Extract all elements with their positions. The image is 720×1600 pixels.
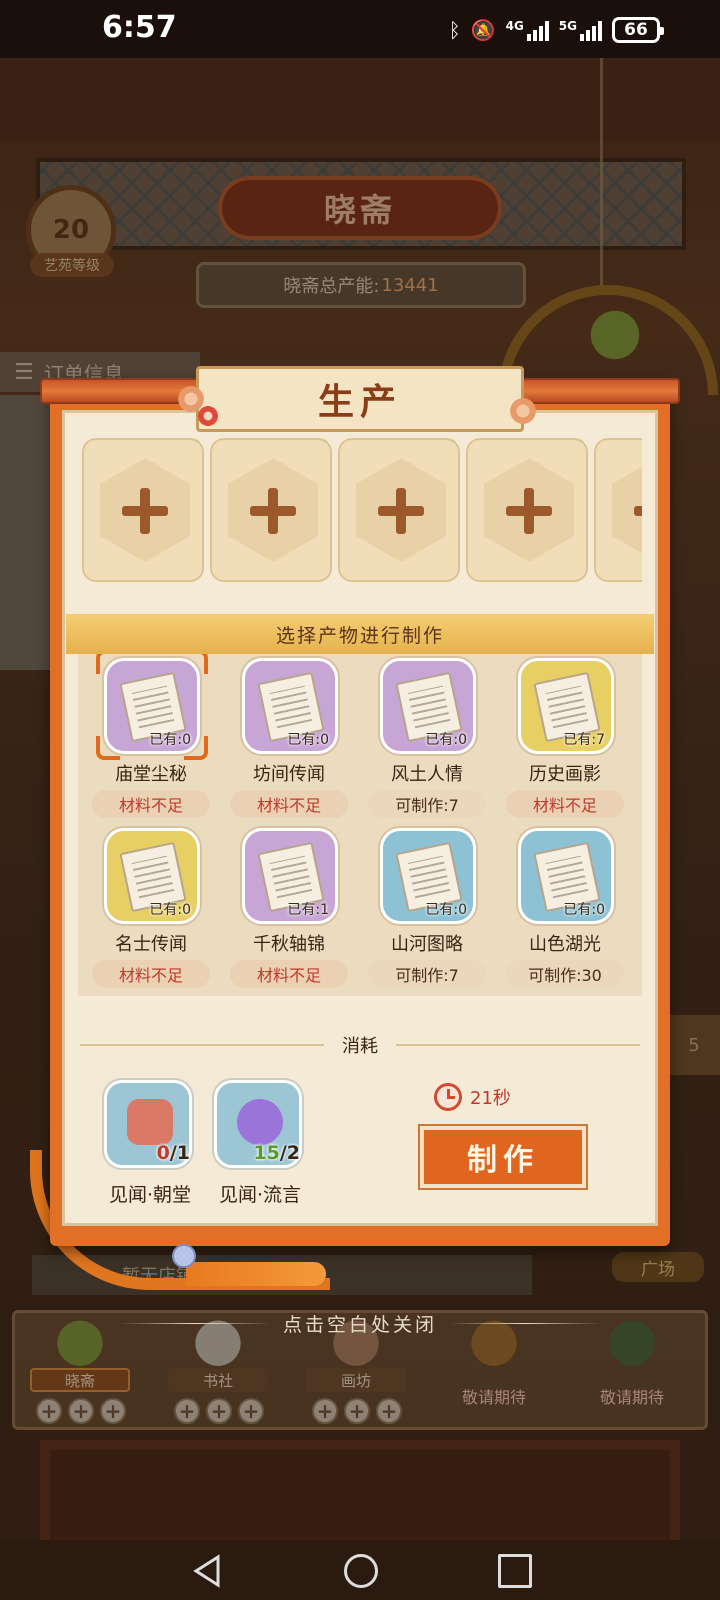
select-product-banner: 选择产物进行制作: [66, 614, 654, 654]
production-slots: [82, 438, 642, 582]
material-item[interactable]: 15/2 见闻·流言: [210, 1080, 310, 1220]
plus-icon: [378, 488, 424, 534]
product-icon: 已有:1: [242, 828, 338, 924]
divider: [80, 1044, 324, 1046]
production-slot[interactable]: [466, 438, 588, 582]
product-owned: 已有:0: [563, 902, 605, 918]
signal-4g-icon: 4G: [506, 19, 549, 41]
material-have: 0: [156, 1142, 170, 1164]
navigation-bar: [0, 1540, 720, 1600]
product-item[interactable]: 已有:0 庙堂尘秘 材料不足: [86, 654, 216, 820]
product-status: 可制作:30: [506, 960, 624, 988]
divider: [396, 1044, 640, 1046]
product-status: 材料不足: [230, 960, 348, 988]
product-owned: 已有:0: [425, 732, 467, 748]
home-icon[interactable]: [344, 1554, 378, 1588]
close-hint[interactable]: 点击空白处关闭: [120, 1308, 601, 1338]
product-name: 历史画影: [529, 764, 601, 785]
material-need: /1: [169, 1142, 190, 1164]
product-status: 材料不足: [506, 790, 624, 818]
product-name: 山河图略: [391, 934, 463, 955]
production-slot[interactable]: [338, 438, 460, 582]
ribbon-knot: [172, 1244, 196, 1268]
material-count: 15/2: [253, 1142, 300, 1164]
product-owned: 已有:0: [287, 732, 329, 748]
product-status: 可制作:7: [368, 960, 486, 988]
product-name: 名士传闻: [115, 934, 187, 955]
selection-corner: [96, 736, 120, 760]
material-need: /2: [279, 1142, 300, 1164]
selection-corner: [184, 654, 208, 674]
product-status: 材料不足: [92, 960, 210, 988]
product-owned: 已有:0: [425, 902, 467, 918]
recents-icon[interactable]: [498, 1554, 532, 1588]
scholar-hat-icon: [127, 1099, 173, 1145]
product-item[interactable]: 已有:7 历史画影材料不足: [500, 654, 630, 820]
selection-corner: [184, 736, 208, 760]
product-owned: 已有:1: [287, 902, 329, 918]
product-status: 材料不足: [230, 790, 348, 818]
material-name: 见闻·朝堂: [108, 1184, 192, 1206]
product-icon: 已有:7: [518, 658, 614, 754]
selection-corner: [96, 654, 120, 674]
status-icons: ᛒ 🔕 4G 5G 66: [448, 14, 664, 46]
back-icon[interactable]: [190, 1554, 224, 1588]
material-have: 15: [253, 1142, 280, 1164]
plus-icon: [634, 488, 642, 534]
product-status: 可制作:7: [368, 790, 486, 818]
product-icon: 已有:0: [380, 658, 476, 754]
timer-value: 21秒: [470, 1088, 511, 1109]
mute-bell-icon: 🔕: [470, 18, 496, 42]
plus-icon: [506, 488, 552, 534]
product-item[interactable]: 已有:0 山色湖光可制作:30: [500, 820, 630, 990]
make-button[interactable]: 制作: [418, 1124, 588, 1190]
product-name: 风土人情: [391, 764, 463, 785]
divider: [449, 1322, 601, 1324]
tassel-decoration: [186, 1262, 326, 1286]
signal-5g-icon: 5G: [559, 19, 602, 41]
product-icon: 已有:0: [380, 828, 476, 924]
status-time: 6:57: [102, 10, 177, 45]
product-name: 坊间传闻: [253, 764, 325, 785]
production-timer: 21秒: [434, 1082, 511, 1112]
product-owned: 已有:0: [149, 902, 191, 918]
signal-5g-label: 5G: [558, 19, 577, 33]
consume-section-title: 消耗: [80, 1030, 640, 1060]
product-icon: 已有:0: [104, 828, 200, 924]
bluetooth-icon: ᛒ: [448, 18, 461, 42]
panel-title: 生产: [196, 366, 524, 432]
close-hint-label: 点击空白处关闭: [283, 1313, 438, 1336]
product-name: 庙堂尘秘: [115, 764, 187, 785]
material-count: 0/1: [157, 1142, 190, 1164]
material-item[interactable]: 0/1 见闻·朝堂: [100, 1080, 200, 1220]
plus-icon: [122, 488, 168, 534]
flower-icon: [508, 396, 538, 426]
product-status: 材料不足: [92, 790, 210, 818]
product-item[interactable]: 已有:0 坊间传闻材料不足: [224, 654, 354, 820]
production-slot[interactable]: [210, 438, 332, 582]
battery-icon: 66: [612, 17, 664, 43]
production-slot[interactable]: [594, 438, 642, 582]
consume-label: 消耗: [342, 1036, 378, 1057]
status-bar: 6:57 ᛒ 🔕 4G 5G 66: [0, 0, 720, 58]
product-item[interactable]: 已有:0 山河图略可制作:7: [362, 820, 492, 990]
clock-icon: [434, 1083, 462, 1111]
product-name: 山色湖光: [529, 934, 601, 955]
divider: [120, 1322, 271, 1324]
material-name: 见闻·流言: [218, 1184, 302, 1206]
flower-icon: [196, 404, 220, 428]
product-owned: 已有:7: [563, 732, 605, 748]
signal-4g-label: 4G: [505, 19, 524, 33]
plus-icon: [250, 488, 296, 534]
product-icon: 已有:0: [242, 658, 338, 754]
product-icon: 已有:0: [518, 828, 614, 924]
product-item[interactable]: 已有:0 名士传闻材料不足: [86, 820, 216, 990]
production-slot[interactable]: [82, 438, 204, 582]
product-item[interactable]: 已有:0 风土人情可制作:7: [362, 654, 492, 820]
product-grid[interactable]: 已有:0 庙堂尘秘 材料不足 已有:0 坊间传闻 材料不足 已有:0 风土人情 可制作:7 已有:…: [78, 654, 642, 996]
megaphone-icon: [237, 1099, 283, 1145]
product-item[interactable]: 已有:1 千秋轴锦材料不足: [224, 820, 354, 990]
product-name: 千秋轴锦: [253, 934, 325, 955]
